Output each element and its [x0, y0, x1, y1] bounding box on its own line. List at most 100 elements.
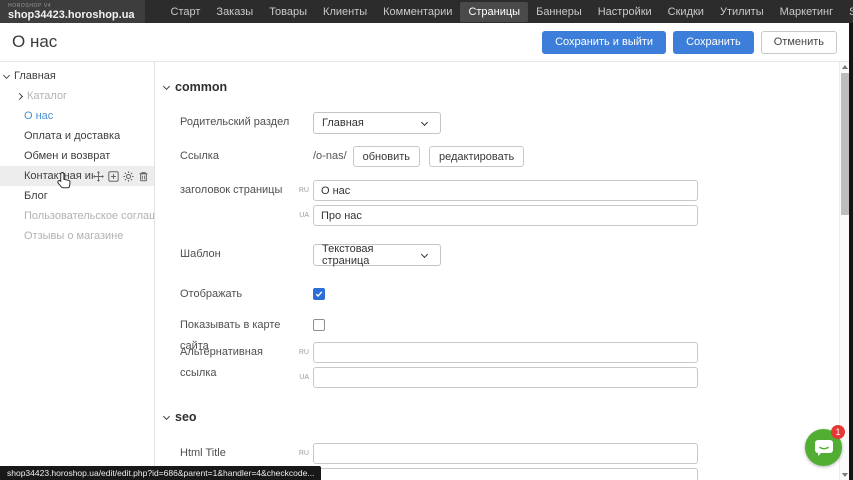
header-buttons: Сохранить и выйти Сохранить Отменить	[542, 31, 837, 54]
delete-icon[interactable]	[138, 171, 149, 182]
checkmark-icon	[315, 290, 323, 298]
sidebar-item-label: Каталог	[27, 90, 67, 102]
vertical-scrollbar[interactable]	[839, 62, 849, 480]
cancel-button[interactable]: Отменить	[761, 31, 837, 54]
sidebar-item-label: Пользовательское соглашение	[24, 210, 154, 222]
section-common[interactable]: common	[164, 80, 227, 94]
page-title-ua-input[interactable]	[313, 205, 698, 226]
save-and-exit-button[interactable]: Сохранить и выйти	[542, 31, 666, 54]
link-label: Ссылка	[180, 146, 297, 167]
field-alt-link-ua: UA	[180, 367, 698, 388]
scroll-up-arrow-icon[interactable]	[842, 65, 848, 69]
field-page-title-ru: заголовок страницы RU	[180, 180, 698, 201]
chevron-down-icon	[421, 250, 428, 257]
sidebar-item-katalog[interactable]: Каталог	[0, 86, 154, 106]
field-display: Отображать	[180, 284, 325, 305]
menu-item-settings[interactable]: Настройки	[590, 2, 660, 22]
parent-section-label: Родительский раздел	[180, 112, 297, 133]
link-update-button[interactable]: обновить	[353, 146, 420, 167]
template-select[interactable]: Текстовая страница	[313, 244, 441, 266]
chevron-down-icon	[421, 118, 428, 125]
chat-unread-badge: 1	[831, 425, 845, 439]
html-title-ua-input[interactable]	[313, 468, 698, 480]
page-title-ru-input[interactable]	[313, 180, 698, 201]
sidebar-item-o-nas[interactable]: О нас	[0, 106, 154, 126]
scroll-down-arrow-icon[interactable]	[842, 473, 848, 477]
lang-ua-tag: UA	[297, 205, 309, 226]
lang-ru-tag: RU	[297, 180, 309, 201]
template-value: Текстовая страница	[322, 243, 418, 267]
field-page-title-ua: UA	[180, 205, 698, 226]
page-title: О нас	[12, 32, 57, 52]
template-label: Шаблон	[180, 244, 297, 265]
sidebar-item-blog[interactable]: Блог	[0, 186, 154, 206]
section-collapse-icon[interactable]	[163, 82, 170, 89]
parent-section-value: Главная	[322, 117, 364, 129]
chat-bubble-icon	[813, 438, 835, 458]
save-button[interactable]: Сохранить	[673, 31, 754, 54]
sidebar-item-label: Отзывы о магазине	[24, 230, 123, 242]
add-icon[interactable]	[108, 171, 119, 182]
page-edit-form: common Родительский раздел Главная Ссылк…	[156, 62, 839, 480]
support-chat-button[interactable]: 1	[805, 429, 842, 466]
menu-item-marketing[interactable]: Маркетинг	[772, 2, 841, 22]
scrollbar-thumb[interactable]	[841, 73, 849, 215]
link-preview-statusbar: shop34423.horoshop.ua/edit/edit.php?id=6…	[0, 466, 321, 480]
sidebar-item-glavnaya[interactable]: Главная	[0, 66, 154, 86]
field-link: Ссылка /o-nas/ обновить редактировать	[180, 146, 533, 167]
logo[interactable]: HOROSHOP V4 shop34423.horoshop.ua	[0, 0, 145, 23]
display-checkbox-checked[interactable]	[313, 288, 325, 300]
field-template: Шаблон Текстовая страница	[180, 244, 441, 266]
html-title-ru-input[interactable]	[313, 443, 698, 464]
screen-edge-strip	[849, 23, 853, 480]
collapse-arrow-icon[interactable]	[3, 71, 10, 78]
lang-ru-tag: RU	[297, 342, 309, 363]
sidebar-item-label: Контактная инфор	[24, 170, 93, 182]
topbar-menu: Старт Заказы Товары Клиенты Комментарии …	[163, 0, 853, 23]
link-path-value: /o-nas/	[313, 146, 347, 167]
menu-item-pages[interactable]: Страницы	[460, 2, 528, 22]
sidebar-item-kontaktnaya-informatsiya[interactable]: Контактная инфор	[0, 166, 154, 186]
link-edit-button[interactable]: редактировать	[429, 146, 524, 167]
alt-link-ua-input[interactable]	[313, 367, 698, 388]
html-title-label: Html Title	[180, 443, 297, 464]
sidebar-item-otzyvy-o-magazine[interactable]: Отзывы о магазине	[0, 226, 154, 246]
menu-item-products[interactable]: Товары	[261, 2, 315, 22]
menu-item-start[interactable]: Старт	[163, 2, 209, 22]
pages-tree-sidebar: Главная Каталог О нас Оплата и доставка …	[0, 62, 155, 480]
move-icon[interactable]	[93, 171, 104, 182]
menu-item-discounts[interactable]: Скидки	[660, 2, 712, 22]
section-seo-label: seo	[175, 410, 197, 424]
page: HOROSHOP V4 shop34423.horoshop.ua Старт …	[0, 0, 853, 480]
sidebar-item-polzovatelskoe-soglashenie[interactable]: Пользовательское соглашение	[0, 206, 154, 226]
sidebar-item-label: Главная	[14, 70, 56, 82]
page-title-label: заголовок страницы	[180, 180, 297, 201]
display-label: Отображать	[180, 284, 297, 305]
section-collapse-icon[interactable]	[163, 412, 170, 419]
logo-domain-label: shop34423.horoshop.ua	[8, 9, 135, 21]
menu-item-seo[interactable]: Seo	[841, 2, 853, 22]
sidebar-item-label: Блог	[24, 190, 48, 202]
sidebar-item-label: Обмен и возврат	[24, 150, 110, 162]
sidebar-item-obmen-i-vozvrat[interactable]: Обмен и возврат	[0, 146, 154, 166]
sidebar-item-label: Оплата и доставка	[24, 130, 120, 142]
section-seo[interactable]: seo	[164, 410, 197, 424]
settings-icon[interactable]	[123, 171, 134, 182]
sitemap-checkbox-unchecked[interactable]	[313, 319, 325, 331]
section-common-label: common	[175, 80, 227, 94]
sidebar-item-label: О нас	[24, 110, 53, 122]
tree-row-actions	[93, 171, 154, 182]
menu-item-comments[interactable]: Комментарии	[375, 2, 460, 22]
menu-item-orders[interactable]: Заказы	[208, 2, 261, 22]
expand-arrow-icon[interactable]	[16, 92, 23, 99]
menu-item-utilities[interactable]: Утилиты	[712, 2, 772, 22]
field-parent-section: Родительский раздел Главная	[180, 112, 441, 134]
topbar: HOROSHOP V4 shop34423.horoshop.ua Старт …	[0, 0, 853, 23]
parent-section-select[interactable]: Главная	[313, 112, 441, 134]
menu-item-banners[interactable]: Баннеры	[528, 2, 590, 22]
lang-ua-tag: UA	[297, 367, 309, 388]
menu-item-clients[interactable]: Клиенты	[315, 2, 375, 22]
lang-ru-tag: RU	[297, 443, 309, 464]
alt-link-ru-input[interactable]	[313, 342, 698, 363]
sidebar-item-oplata-i-dostavka[interactable]: Оплата и доставка	[0, 126, 154, 146]
